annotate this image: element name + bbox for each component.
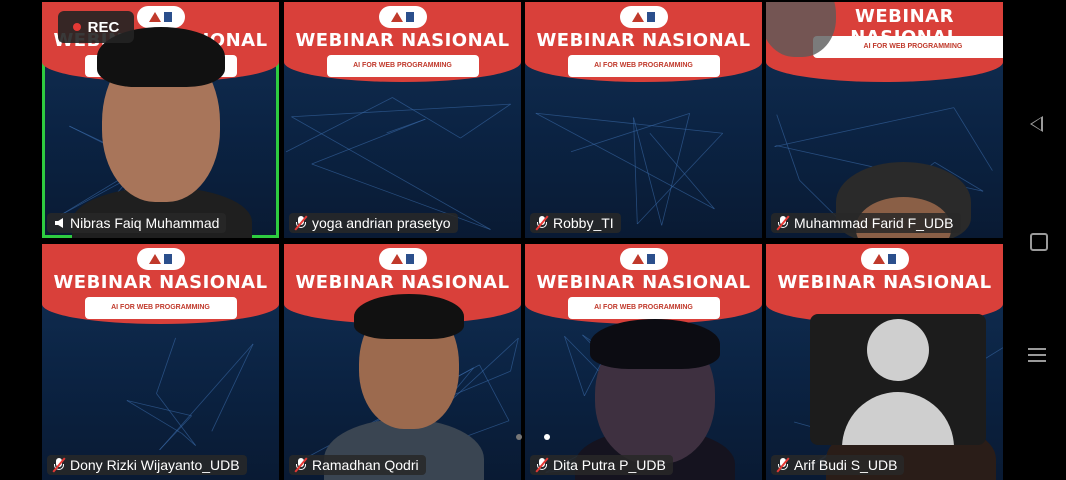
- mic-muted-icon: [535, 215, 549, 231]
- participant-name: Nibras Faiq Muhammad: [70, 215, 220, 231]
- participant-name: Dony Rizki Wijayanto_UDB: [70, 457, 240, 473]
- video-tile-dony[interactable]: WEBINAR NASIONAL AI FOR WEB PROGRAMMING …: [42, 244, 279, 480]
- participant-name-tag: Muhammad Farid F_UDB: [771, 213, 961, 233]
- participant-name: Muhammad Farid F_UDB: [794, 215, 954, 231]
- page-dot-current[interactable]: [544, 434, 550, 440]
- participant-name-tag: Ramadhan Qodri: [289, 455, 426, 475]
- mic-muted-icon: [294, 215, 308, 231]
- webinar-banner: WEBINAR NASIONAL: [766, 244, 1003, 324]
- mic-muted-icon: [776, 215, 790, 231]
- webinar-logo: [619, 6, 668, 28]
- webinar-banner: WEBINAR NASIONAL AI FOR WEB PROGRAMMING: [525, 2, 762, 82]
- participant-name: Arif Budi S_UDB: [794, 457, 898, 473]
- video-tile-ramadhan[interactable]: WEBINAR NASIONAL Ramadhan Qodri: [284, 244, 521, 480]
- participant-name-tag: Arif Budi S_UDB: [771, 455, 905, 475]
- webinar-logo: [619, 248, 668, 270]
- banner-subtitle: AI FOR WEB PROGRAMMING: [326, 55, 479, 77]
- home-icon[interactable]: [1027, 230, 1048, 251]
- mic-muted-icon: [776, 457, 790, 473]
- webinar-banner: WEBINAR NASIONAL AI FOR WEB PROGRAMMING: [42, 244, 279, 324]
- participant-name-tag: yoga andrian prasetyo: [289, 213, 458, 233]
- webinar-logo: [136, 6, 185, 28]
- banner-subtitle: AI FOR WEB PROGRAMMING: [567, 297, 720, 319]
- self-view-thumbnail[interactable]: [810, 314, 986, 445]
- webinar-logo: [378, 6, 427, 28]
- video-tile-dita[interactable]: WEBINAR NASIONAL AI FOR WEB PROGRAMMING …: [525, 244, 762, 480]
- webinar-banner: WEBINAR NASIONAL AI FOR WEB PROGRAMMING: [525, 244, 762, 324]
- mic-muted-icon: [52, 457, 66, 473]
- participant-name: yoga andrian prasetyo: [312, 215, 451, 231]
- back-icon[interactable]: [1027, 114, 1047, 134]
- webinar-banner: WEBINAR NASIONAL AI FOR WEB PROGRAMMING: [284, 2, 521, 82]
- speaking-icon: [52, 215, 66, 231]
- banner-title: WEBINAR NASIONAL: [536, 272, 751, 293]
- video-tile-farid[interactable]: WEBINAR NASIONAL AI FOR WEB PROGRAMMING …: [766, 2, 1003, 238]
- webinar-logo: [136, 248, 185, 270]
- banner-title: WEBINAR NASIONAL: [536, 30, 751, 51]
- record-dot-icon: [72, 23, 81, 31]
- recording-indicator[interactable]: REC: [58, 11, 134, 43]
- participant-name: Robby_TI: [553, 215, 614, 231]
- participant-name-tag: Nibras Faiq Muhammad: [47, 213, 227, 233]
- mic-muted-icon: [294, 457, 308, 473]
- participant-name: Ramadhan Qodri: [312, 457, 419, 473]
- banner-title: WEBINAR NASIONAL: [777, 272, 992, 293]
- video-tile-yoga[interactable]: WEBINAR NASIONAL AI FOR WEB PROGRAMMING …: [284, 2, 521, 238]
- page-dot[interactable]: [516, 434, 522, 440]
- page-indicator[interactable]: [516, 434, 550, 440]
- participant-name: Dita Putra P_UDB: [553, 457, 666, 473]
- mic-muted-icon: [535, 457, 549, 473]
- banner-subtitle: AI FOR WEB PROGRAMMING: [567, 55, 720, 77]
- banner-title: WEBINAR NASIONAL: [53, 272, 268, 293]
- banner-title: WEBINAR NASIONAL: [295, 30, 510, 51]
- banner-subtitle: AI FOR WEB PROGRAMMING: [84, 297, 237, 319]
- banner-subtitle: AI FOR WEB PROGRAMMING: [812, 36, 1003, 58]
- system-nav-bar: [1008, 0, 1066, 480]
- video-tile-robby[interactable]: WEBINAR NASIONAL AI FOR WEB PROGRAMMING …: [525, 2, 762, 238]
- banner-title: WEBINAR NASIONAL: [295, 272, 510, 293]
- recording-label: REC: [87, 18, 120, 36]
- recents-icon[interactable]: [1027, 345, 1047, 365]
- webinar-logo: [860, 248, 909, 270]
- participant-name-tag: Robby_TI: [530, 213, 621, 233]
- webinar-logo: [378, 248, 427, 270]
- participant-name-tag: Dita Putra P_UDB: [530, 455, 673, 475]
- participant-name-tag: Dony Rizki Wijayanto_UDB: [47, 455, 247, 475]
